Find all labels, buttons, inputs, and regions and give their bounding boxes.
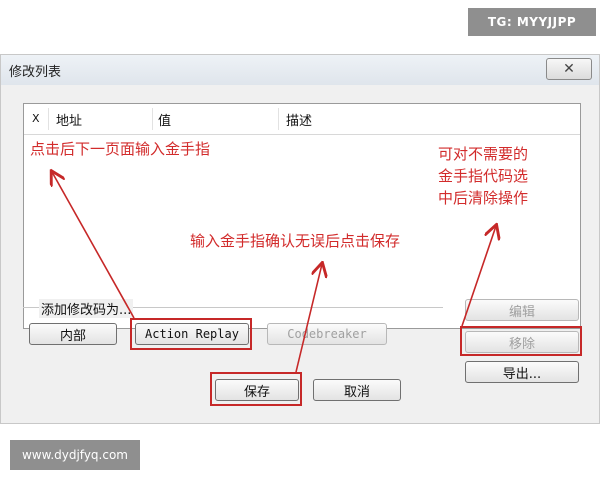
arrow-to-center-annotation (295, 264, 322, 373)
arrow-to-right-annotation (461, 226, 496, 327)
arrow-to-top-annotation (52, 172, 135, 319)
watermark-bottom: www.dydjfyq.com (10, 440, 140, 470)
annotation-arrows (0, 0, 600, 373)
